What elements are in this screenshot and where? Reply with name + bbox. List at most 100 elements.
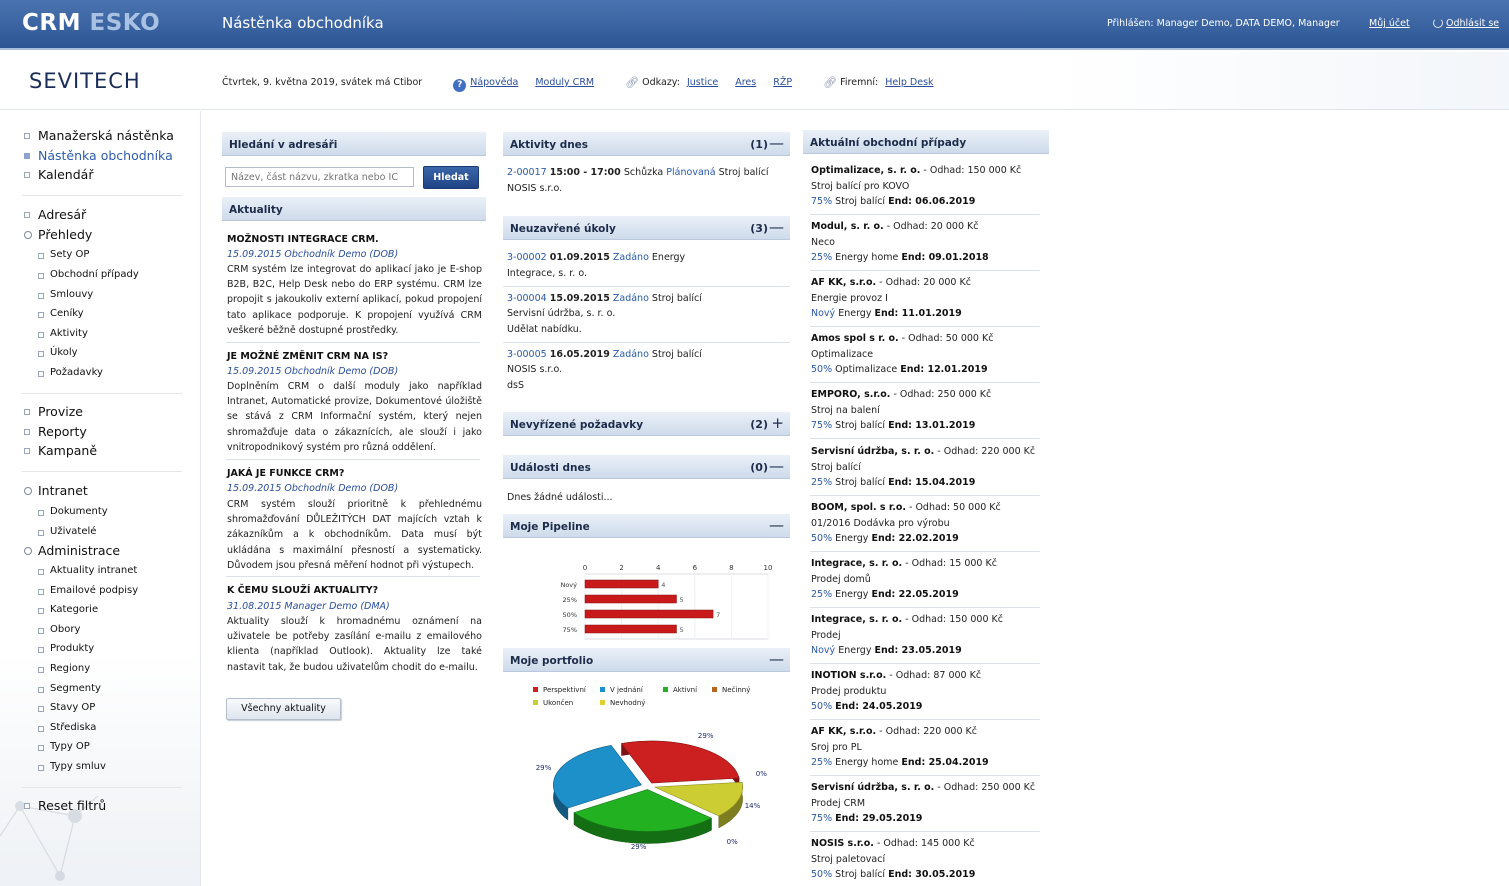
case-company[interactable]: Integrace, s. r. o. [811,614,902,625]
bullet-icon [38,530,44,536]
activity-id[interactable]: 2-00017 [507,167,547,178]
portfolio-panel-header[interactable]: Moje portfolio — [503,648,790,672]
divider [503,286,790,287]
case-item[interactable]: BOOM, spol. s r.o. - Odhad: 50 000 Kč 01/… [811,500,1043,547]
bullet-icon [38,628,44,634]
case-description: Energie provoz I [811,292,888,304]
case-company[interactable]: AF KK, s.r.o. [811,277,876,288]
case-item[interactable]: Integrace, s. r. o. - Odhad: 150 000 Kč P… [811,612,1043,659]
requests-panel-header[interactable]: Nevyřízené požadavky (2) + [503,412,790,436]
sidebar-item-label: Emailové podpisy [50,585,139,596]
my-account-link[interactable]: Můj účet [1369,18,1410,29]
task-row[interactable]: 3-00002 01.09.2015 Zadáno Energy [507,252,685,263]
events-panel-header[interactable]: Události dnes (0) — [503,455,790,479]
help-link[interactable]: Nápověda [470,77,518,88]
news-title[interactable]: JE MOŽNÉ ZMĚNIT CRM NA IS? [227,351,388,362]
expand-toggle-icon[interactable]: + [771,414,784,432]
ares-link[interactable]: Ares [735,77,756,88]
pie-percent-label: 29% [698,732,714,740]
case-description: Stroj balící [811,461,861,473]
case-footer: Nový Energy End: 23.05.2019 [811,643,1043,659]
logout-link[interactable]: Odhlásit se [1433,18,1499,29]
news-title[interactable]: MOŽNOSTI INTEGRACE CRM. [227,234,379,245]
case-company[interactable]: INOTION s.r.o. [811,670,886,681]
task-id[interactable]: 3-00004 [507,293,547,304]
app-brand[interactable]: CRM ESKO [22,10,160,36]
activity-row[interactable]: 2-00017 15:00 - 17:00 Schůzka Plánovaná … [507,167,769,178]
case-item[interactable]: Servisní údržba, s. r. o. - Odhad: 250 0… [811,780,1043,827]
case-item[interactable]: Modul, s. r. o. - Odhad: 20 000 Kč Neco 25… [811,219,1043,266]
case-product: Energy [835,589,869,601]
case-product: Energy [838,645,872,657]
activities-panel-header[interactable]: Aktivity dnes (1) — [503,132,790,156]
sidebar-item-label: Kalendář [38,167,94,182]
justice-link[interactable]: Justice [687,77,718,88]
bar [584,624,677,634]
case-company[interactable]: Servisní údržba, s. r. o. [811,446,934,457]
case-company[interactable]: Modul, s. r. o. [811,221,884,232]
case-item[interactable]: EMPORO, s.r.o. - Odhad: 250 000 Kč Stroj … [811,387,1043,434]
case-item[interactable]: Amos spol s r. o. - Odhad: 50 000 Kč Opti… [811,331,1043,378]
search-input[interactable] [225,167,414,187]
case-status: 50% [811,364,833,376]
news-title[interactable]: JAKÁ JE FUNKCE CRM? [227,468,344,479]
collapse-toggle-icon[interactable]: — [769,457,784,475]
case-footer: 50% Energy End: 22.02.2019 [811,531,1043,547]
bullet-icon [38,273,44,279]
case-status: 75% [811,196,833,208]
bullet-icon [38,706,44,712]
links-label: Odkazy: [642,77,680,88]
case-company[interactable]: Optimalizace, s. r. o. [811,165,920,176]
case-footer: 25% Energy home End: 25.04.2019 [811,755,1043,771]
search-button[interactable]: Hledat [423,166,479,189]
collapse-toggle-icon[interactable]: — [769,650,784,668]
case-item[interactable]: INOTION s.r.o. - Odhad: 87 000 Kč Prodej … [811,668,1043,715]
case-company[interactable]: AF KK, s.r.o. [811,726,876,737]
task-row[interactable]: 3-00004 15.09.2015 Zadáno Stroj balící [507,293,702,304]
case-item[interactable]: NOSIS s.r.o. - Odhad: 145 000 Kč Stroj pa… [811,836,1043,883]
case-company[interactable]: EMPORO, s.r.o. [811,389,890,400]
collapse-toggle-icon[interactable]: — [769,134,784,152]
info-bar: Čtvrtek, 9. května 2019, svátek má Ctibo… [222,76,934,92]
category-label: 75% [563,626,577,634]
company-logo[interactable]: SEVITECH [29,69,141,93]
case-company[interactable]: BOOM, spol. s r.o. [811,502,906,513]
case-estimate: - Odhad: 250 000 Kč [937,782,1036,793]
task-id[interactable]: 3-00005 [507,349,547,360]
case-company[interactable]: NOSIS s.r.o. [811,838,874,849]
panel-title: Události dnes [510,462,591,474]
case-company[interactable]: Integrace, s. r. o. [811,558,902,569]
all-news-button[interactable]: Všechny aktuality [226,698,341,720]
legend-label: Nevhodný [610,699,645,707]
case-footer: 75% Stroj balící End: 06.06.2019 [811,194,1043,210]
pipeline-chart: 0 2 4 6 8 10 Nový 4 25% 5 50% 7 75% 5 [560,564,772,640]
task-row[interactable]: 3-00005 16.05.2019 Zadáno Stroj balící [507,349,702,360]
tasks-panel-header[interactable]: Neuzavřené úkoly (3) — [503,216,790,240]
case-product: Stroj balící [835,420,886,432]
rzp-link[interactable]: RŽP [773,77,792,88]
case-estimate: - Odhad: 220 000 Kč [937,446,1036,457]
case-item[interactable]: AF KK, s.r.o. - Odhad: 220 000 Kč Sroj pr… [811,724,1043,771]
collapse-toggle-icon[interactable]: — [769,218,784,236]
bullet-icon [38,647,44,653]
sidebar-item-label: Typy OP [50,741,90,752]
pipeline-panel-header[interactable]: Moje Pipeline — [503,514,790,538]
case-item[interactable]: Servisní údržba, s. r. o. - Odhad: 220 0… [811,444,1043,491]
task-id[interactable]: 3-00002 [507,252,547,263]
bullet-icon [38,371,44,377]
case-description: Prodej [811,629,841,641]
case-status: 50% [811,869,833,881]
helpdesk-link[interactable]: Help Desk [885,77,933,88]
case-item[interactable]: AF KK, s.r.o. - Odhad: 20 000 Kč Energie … [811,275,1043,322]
case-item[interactable]: Integrace, s. r. o. - Odhad: 15 000 Kč Pr… [811,556,1043,603]
brand-crm: CRM [22,10,81,36]
link-icon-2: 🔗︎ [823,76,838,89]
case-end-date: End: 29.05.2019 [835,813,923,825]
collapse-toggle-icon[interactable]: — [769,516,784,534]
crm-modules-link[interactable]: Moduly CRM [535,77,594,88]
case-company[interactable]: Servisní údržba, s. r. o. [811,782,934,793]
news-title[interactable]: K ČEMU SLOUŽÍ AKTUALITY? [227,585,378,596]
case-footer: 25% Energy home End: 09.01.2018 [811,250,1043,266]
case-company[interactable]: Amos spol s r. o. [811,333,899,344]
case-item[interactable]: Optimalizace, s. r. o. - Odhad: 150 000 … [811,163,1043,210]
